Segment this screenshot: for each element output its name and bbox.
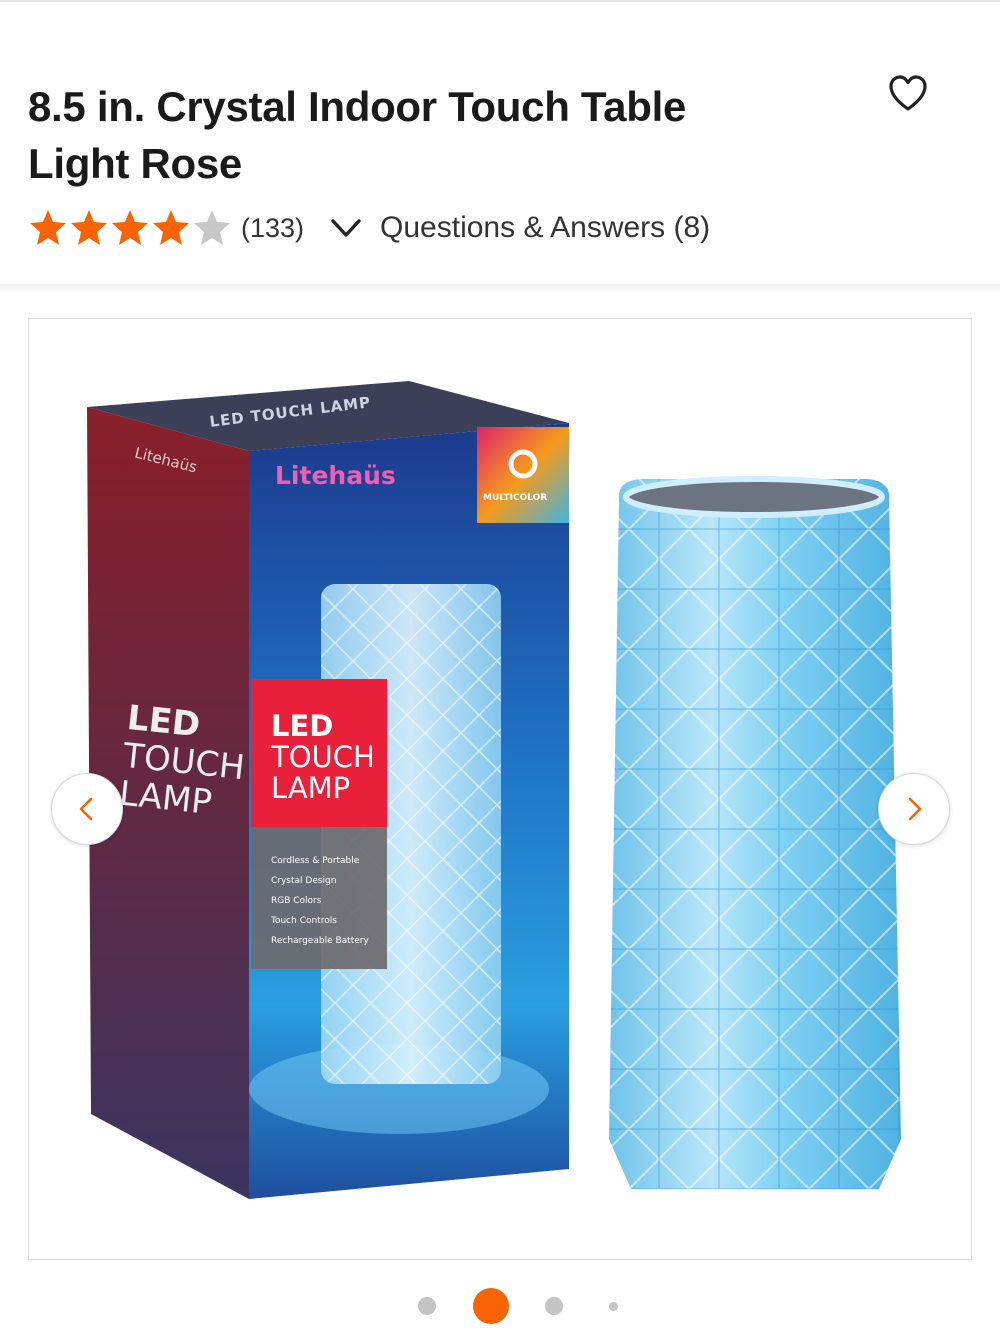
product-image-carousel[interactable]: Litehaüs LED TOUCH LAMP Litehaüs MULTICO… — [28, 318, 972, 1260]
chevron-down-icon[interactable] — [326, 208, 366, 248]
title-line-2: Light Rose — [28, 140, 242, 187]
star-rating[interactable] — [28, 208, 233, 248]
previous-image-button[interactable] — [51, 773, 123, 845]
feature-item: Cordless & Portable — [271, 856, 360, 866]
star-icon — [71, 210, 107, 245]
top-divider — [0, 0, 1000, 2]
label-led: LED — [271, 709, 334, 743]
review-count[interactable]: (133) — [241, 213, 304, 244]
section-divider — [0, 284, 1000, 292]
title-line-1: 8.5 in. Crystal Indoor Touch Table — [28, 83, 687, 130]
carousel-dot[interactable] — [418, 1297, 436, 1315]
carousel-dot[interactable] — [545, 1297, 563, 1315]
star-icon — [112, 210, 148, 245]
feature-item: RGB Colors — [271, 896, 322, 906]
carousel-dot[interactable] — [608, 1301, 618, 1311]
next-image-button[interactable] — [878, 773, 950, 845]
box-side-title: LED TOUCH LAMP — [117, 698, 250, 825]
star-icon — [30, 210, 66, 245]
box-badge: MULTICOLOR — [483, 493, 548, 503]
star-icon — [194, 210, 230, 245]
feature-list: Cordless & Portable Crystal Design RGB C… — [271, 851, 369, 951]
questions-answers-link[interactable]: Questions & Answers (8) — [380, 211, 710, 245]
box-label: LED TOUCH LAMP — [271, 711, 375, 804]
product-title: 8.5 in. Crystal Indoor Touch Table Light… — [28, 78, 828, 192]
label-touch: TOUCH — [271, 740, 375, 774]
carousel-dot-active[interactable] — [473, 1288, 509, 1324]
feature-item: Rechargeable Battery — [271, 936, 369, 946]
star-icon — [153, 210, 189, 245]
feature-item: Crystal Design — [271, 876, 337, 886]
box-brand: Litehaüs — [275, 461, 396, 490]
chevron-left-icon — [79, 797, 93, 821]
rating-row: (133) Questions & Answers (8) — [28, 206, 710, 250]
label-lamp: LAMP — [271, 771, 351, 805]
feature-item: Touch Controls — [271, 916, 337, 926]
carousel-pagination — [0, 1288, 1000, 1324]
heart-outline-icon[interactable] — [886, 72, 930, 116]
chevron-right-icon — [908, 797, 922, 821]
